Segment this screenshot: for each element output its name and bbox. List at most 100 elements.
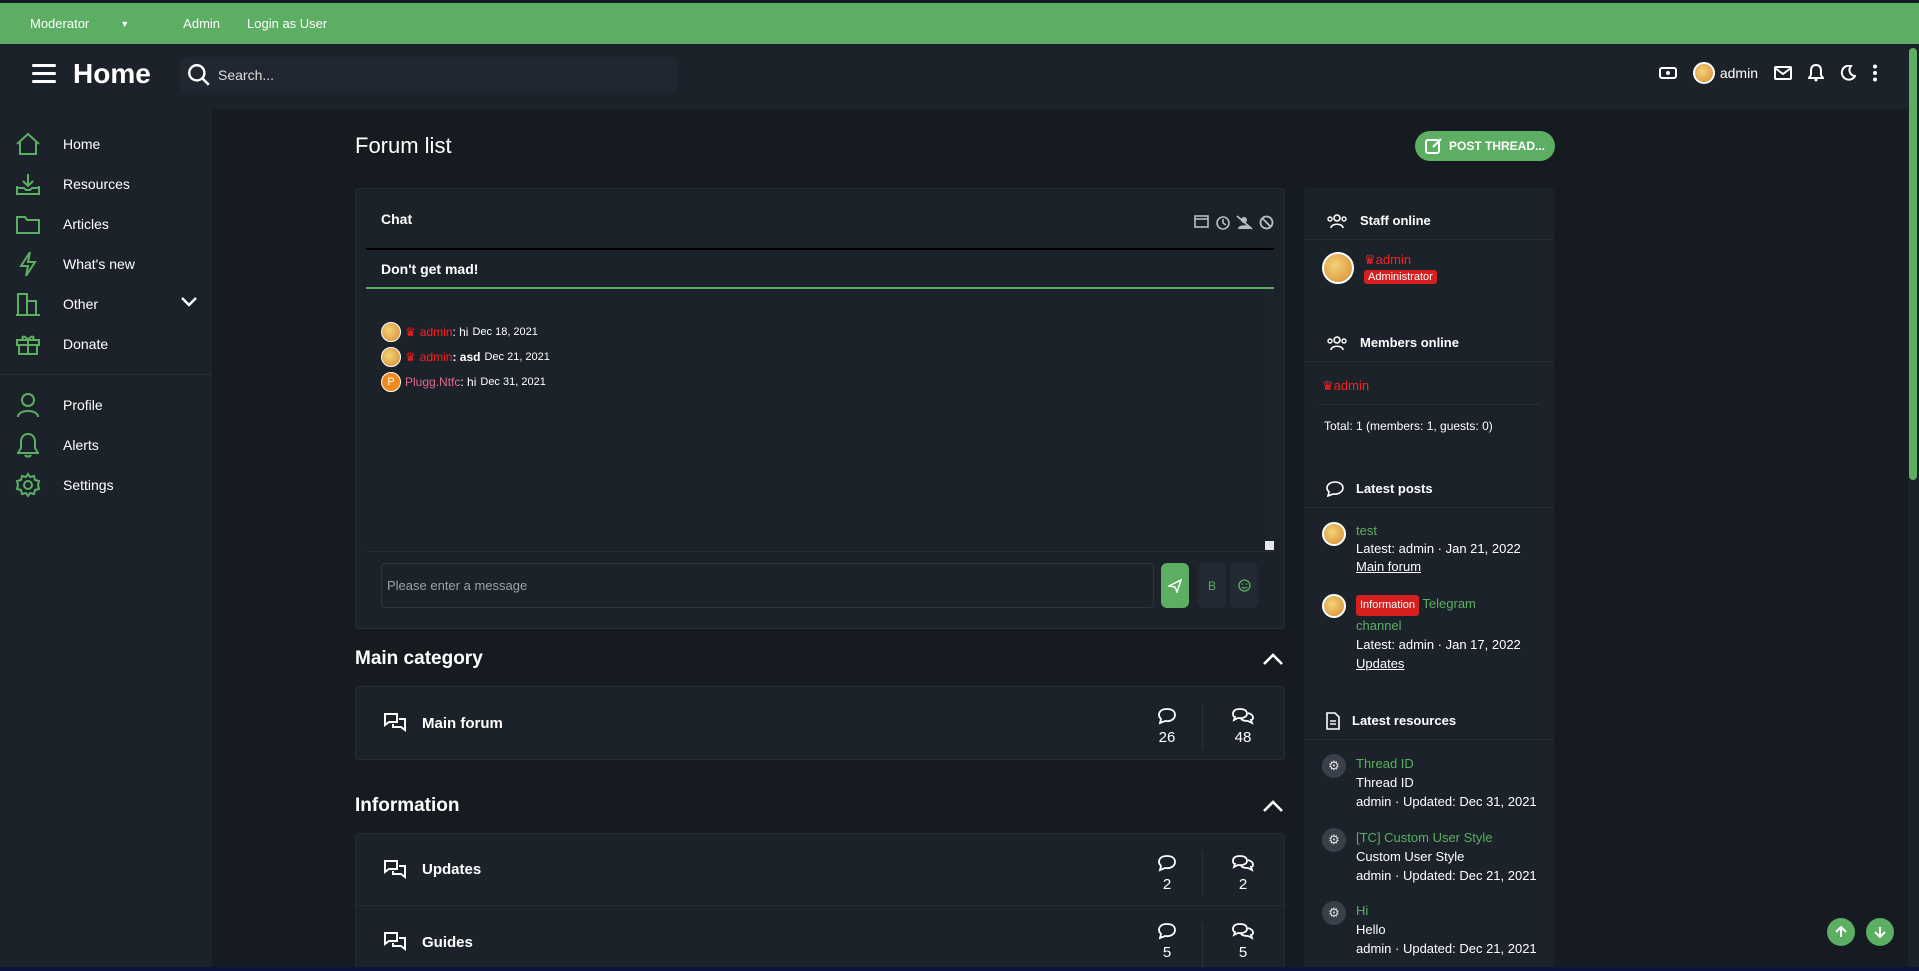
- comment-icon: [1158, 855, 1176, 872]
- forum-messages-stat: 5: [1208, 922, 1278, 961]
- page-scrollbar[interactable]: [1908, 44, 1919, 971]
- resource-item: ⚙ [TC] Custom User Style Custom User Sty…: [1322, 828, 1537, 885]
- online-divider: [1318, 404, 1540, 405]
- comment-icon: [1326, 480, 1344, 497]
- chevron-up-icon[interactable]: [1262, 799, 1284, 813]
- crown-icon: ♛: [405, 324, 416, 339]
- user-menu[interactable]: admin: [1692, 62, 1758, 84]
- chat-message-input[interactable]: Please enter a message: [381, 563, 1154, 608]
- post-title-link[interactable]: test: [1356, 522, 1521, 540]
- avatar[interactable]: [1322, 522, 1346, 546]
- mute-user-icon[interactable]: [1236, 215, 1253, 230]
- history-icon[interactable]: [1215, 215, 1230, 230]
- bell-icon[interactable]: [1808, 64, 1824, 82]
- avatar[interactable]: [1322, 594, 1346, 618]
- comments-icon: [1232, 708, 1254, 725]
- post-title-link-cont[interactable]: channel: [1356, 616, 1521, 635]
- avatar[interactable]: [381, 346, 401, 367]
- search-input[interactable]: Search...: [180, 57, 678, 93]
- avatar[interactable]: [1322, 252, 1354, 284]
- login-as-user-link[interactable]: Login as User: [247, 16, 327, 31]
- avatar[interactable]: P: [381, 371, 401, 392]
- scrollbar-thumb[interactable]: [1909, 48, 1917, 480]
- forum-threads-count: 5: [1162, 944, 1172, 961]
- chat-messages: ♛ admin: hi Dec 18, 2021 ♛ admin: asd De…: [381, 319, 550, 394]
- category-title[interactable]: Information: [355, 795, 460, 817]
- chat-text: : asd: [452, 349, 481, 364]
- resource-title-link[interactable]: Thread ID: [1356, 754, 1537, 773]
- post-title-link[interactable]: Telegram: [1422, 596, 1475, 611]
- category-title[interactable]: Main category: [355, 648, 483, 670]
- chat-username[interactable]: admin: [420, 350, 453, 364]
- forum-messages-count: 2: [1238, 876, 1248, 893]
- post-forum-link[interactable]: Updates: [1356, 654, 1521, 673]
- post-thread-button[interactable]: POST THREAD...: [1415, 131, 1555, 161]
- more-vertical-icon[interactable]: [1872, 64, 1878, 82]
- chat-box: Chat Don't get mad! ♛ admin: hi Dec 18, …: [355, 188, 1285, 629]
- sidebar-item-settings[interactable]: Settings: [0, 465, 212, 505]
- sidebar-item-profile[interactable]: Profile: [0, 385, 212, 425]
- sidebar-item-home[interactable]: Home: [0, 124, 212, 164]
- post-title-line[interactable]: Information Telegram: [1356, 594, 1521, 616]
- chat-time: Dec 31, 2021: [480, 375, 546, 388]
- resource-desc: Thread ID: [1356, 775, 1414, 790]
- avatar[interactable]: [381, 321, 401, 342]
- forum-threads-count: 2: [1162, 876, 1172, 893]
- window-icon[interactable]: [1194, 215, 1209, 228]
- user-name: admin: [1719, 65, 1758, 81]
- bolt-icon: [15, 251, 41, 277]
- sidebar-item-label: What's new: [63, 256, 135, 272]
- latest-posts-header: Latest posts: [1304, 470, 1554, 508]
- online-username[interactable]: admin: [1334, 378, 1369, 393]
- sidebar-item-label: Settings: [63, 477, 114, 493]
- chat-scrollbar[interactable]: [1266, 289, 1274, 539]
- menu-icon[interactable]: [32, 64, 56, 86]
- chat-username[interactable]: Plugg.Ntfc: [405, 375, 460, 389]
- chat-message: ♛ admin: asd Dec 21, 2021: [381, 344, 550, 369]
- sidebar-item-articles[interactable]: Articles: [0, 204, 212, 244]
- caret-down-icon: ▼: [120, 18, 130, 29]
- sidebar-item-other[interactable]: Other: [0, 284, 212, 324]
- resource-title-link[interactable]: Hi: [1356, 901, 1537, 920]
- moderator-menu[interactable]: Moderator ▼: [30, 16, 156, 31]
- scroll-top-button[interactable]: [1827, 918, 1855, 946]
- post-forum-link[interactable]: Main forum: [1356, 558, 1521, 576]
- admin-link[interactable]: Admin: [183, 16, 220, 31]
- sidebar-item-resources[interactable]: Resources: [0, 164, 212, 204]
- sidebar-item-donate[interactable]: Donate: [0, 324, 212, 364]
- sidebar-divider: [0, 374, 212, 375]
- home-icon: [15, 131, 41, 157]
- cash-icon[interactable]: [1658, 66, 1677, 80]
- forum-name[interactable]: Guides: [422, 934, 473, 951]
- ban-icon[interactable]: [1259, 215, 1274, 230]
- resource-title-link[interactable]: [TC] Custom User Style: [1356, 828, 1537, 847]
- forum-row[interactable]: Main forum 26 48: [356, 687, 1284, 759]
- staff-username[interactable]: admin: [1376, 252, 1411, 267]
- forum-name[interactable]: Updates: [422, 861, 481, 878]
- send-button[interactable]: [1161, 563, 1189, 608]
- envelope-icon[interactable]: [1774, 66, 1792, 80]
- folder-icon: [15, 211, 41, 237]
- header-actions: admin: [1658, 62, 1878, 84]
- gear-icon: [15, 472, 41, 498]
- bold-button[interactable]: B: [1198, 563, 1226, 608]
- chevron-up-icon[interactable]: [1262, 652, 1284, 666]
- resource-meta: admin · Updated: Dec 21, 2021: [1356, 941, 1537, 956]
- members-online-title: Members online: [1360, 335, 1459, 350]
- search-icon: [188, 64, 210, 86]
- members-online-header: Members online: [1304, 324, 1554, 362]
- sidebar-item-alerts[interactable]: Alerts: [0, 425, 212, 465]
- sidebar-item-whats-new[interactable]: What's new: [0, 244, 212, 284]
- forum-row[interactable]: Updates 2 2: [356, 834, 1284, 906]
- resize-handle-icon[interactable]: [1265, 541, 1274, 550]
- chevron-down-icon[interactable]: [180, 296, 198, 308]
- chat-username[interactable]: admin: [420, 325, 453, 339]
- moon-icon[interactable]: [1840, 65, 1856, 81]
- sidebar: Home Resources Articles What's new Other…: [0, 110, 212, 971]
- forum-row[interactable]: Guides 5 5: [356, 906, 1284, 971]
- scroll-bottom-button[interactable]: [1866, 918, 1894, 946]
- online-member[interactable]: ♛admin: [1322, 378, 1369, 394]
- forum-name[interactable]: Main forum: [422, 715, 503, 732]
- emoji-button[interactable]: [1230, 563, 1258, 608]
- sidebar-item-label: Donate: [63, 336, 109, 352]
